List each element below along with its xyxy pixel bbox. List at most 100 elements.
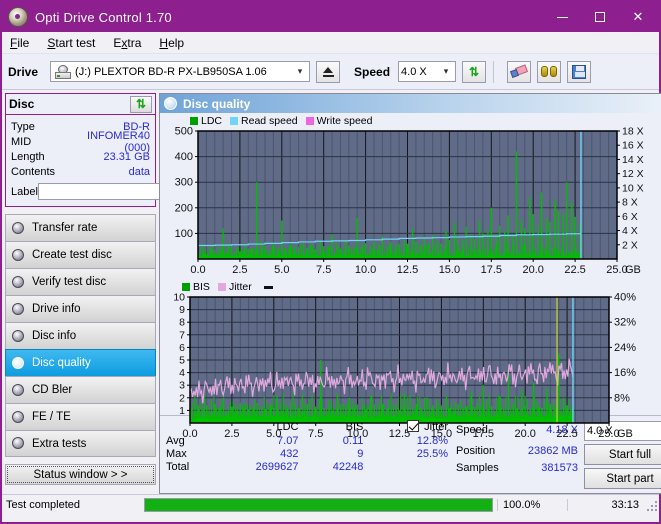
disc-fields: Type BD-R MID INFOMER40 (000) Length 23.… bbox=[6, 115, 239, 206]
menu-help[interactable]: Help bbox=[159, 36, 184, 50]
menu-start-rest: tart test bbox=[55, 35, 96, 50]
start-part-button[interactable]: Start part bbox=[584, 468, 661, 489]
svg-text:3: 3 bbox=[179, 380, 185, 392]
sidebar-item-fe-te[interactable]: FE / TE bbox=[5, 403, 156, 430]
minimize-icon bbox=[556, 16, 568, 18]
run-position-row: Position 23862 MB bbox=[456, 442, 584, 459]
legend-item-write-speed: Write speed bbox=[305, 115, 373, 127]
close-button[interactable]: ✕ bbox=[619, 2, 657, 32]
resize-grip[interactable] bbox=[645, 499, 657, 511]
disc-row-contents: Contents data bbox=[11, 164, 150, 179]
menu-help-accel: H bbox=[159, 35, 169, 50]
content-header: Disc quality bbox=[160, 94, 661, 113]
menu-start-test[interactable]: Start test bbox=[47, 36, 95, 50]
refresh-button[interactable]: ⇅ bbox=[462, 60, 487, 83]
charts-area: LDC Read speed Write speed 100 200 300 400 5… bbox=[160, 113, 661, 440]
legend-swatch bbox=[217, 283, 226, 291]
run-position-value: 23862 MB bbox=[527, 444, 578, 457]
svg-text:20.0: 20.0 bbox=[514, 428, 535, 440]
svg-text:20.0: 20.0 bbox=[522, 264, 543, 276]
menu-file[interactable]: File bbox=[10, 36, 29, 50]
maximize-icon bbox=[595, 12, 605, 22]
inspect-button[interactable] bbox=[537, 60, 562, 83]
legend-label: Jitter bbox=[228, 281, 252, 293]
svg-text:17.5: 17.5 bbox=[473, 428, 494, 440]
svg-text:18 X: 18 X bbox=[622, 127, 644, 138]
sidebar-item-disc-info[interactable]: Disc info bbox=[5, 322, 156, 349]
chevron-down-icon: ▾ bbox=[443, 66, 449, 76]
jitter-checkbox[interactable] bbox=[407, 420, 420, 432]
speed-select-value: 4.0 X bbox=[401, 65, 427, 78]
svg-text:8%: 8% bbox=[614, 392, 630, 404]
svg-text:17.5: 17.5 bbox=[481, 264, 502, 276]
svg-text:100: 100 bbox=[175, 228, 193, 240]
svg-text:5.0: 5.0 bbox=[274, 264, 289, 276]
legend-item-bis: BIS bbox=[182, 281, 210, 293]
sidebar-item-label: Disc info bbox=[32, 330, 77, 342]
sidebar-item-create-test-disc[interactable]: Create test disc bbox=[5, 241, 156, 268]
disc-icon bbox=[11, 410, 26, 424]
nav-list: Transfer rate Create test disc Verify te… bbox=[5, 214, 156, 457]
table-row: Total 2699627 42248 bbox=[166, 461, 456, 474]
body: Disc ⇅ Type BD-R MID INFOMER40 (000) Len… bbox=[2, 90, 661, 494]
disc-row-length: Length 23.31 GB bbox=[11, 149, 150, 164]
sidebar-item-label: FE / TE bbox=[32, 411, 71, 423]
close-icon: ✕ bbox=[632, 9, 644, 24]
sidebar-item-label: Disc quality bbox=[32, 357, 91, 369]
stats-row-label: Total bbox=[166, 461, 190, 473]
sidebar-item-disc-quality[interactable]: Disc quality bbox=[5, 349, 156, 376]
svg-text:14 X: 14 X bbox=[622, 154, 644, 166]
speed-select[interactable]: 4.0 X ▾ bbox=[398, 61, 457, 82]
stats-total-ldc: 2699627 bbox=[255, 461, 299, 473]
binoculars-icon bbox=[541, 65, 558, 78]
eject-icon bbox=[322, 66, 334, 77]
run-samples-label: Samples bbox=[456, 461, 499, 474]
svg-text:15.0: 15.0 bbox=[439, 264, 460, 276]
disc-refresh-button[interactable]: ⇅ bbox=[130, 95, 152, 113]
erase-button[interactable] bbox=[507, 60, 532, 83]
svg-text:200: 200 bbox=[175, 202, 193, 214]
menu-extra[interactable]: Extra bbox=[113, 36, 141, 50]
menu-file-rest: ile bbox=[17, 35, 30, 50]
disc-panel-title: Disc bbox=[9, 97, 35, 111]
menu-extra-rest: tra bbox=[127, 35, 142, 50]
svg-text:7: 7 bbox=[179, 329, 185, 341]
title-bar: Opti Drive Control 1.70 ✕ bbox=[2, 2, 659, 32]
maximize-button[interactable] bbox=[581, 2, 619, 32]
sidebar-item-drive-info[interactable]: Drive info bbox=[5, 295, 156, 322]
disc-panel-header: Disc ⇅ bbox=[6, 94, 155, 115]
sidebar-item-verify-test-disc[interactable]: Verify test disc bbox=[5, 268, 156, 295]
svg-text:10.0: 10.0 bbox=[347, 428, 368, 440]
status-window-button[interactable]: Status window > > bbox=[5, 464, 156, 485]
disc-icon bbox=[11, 302, 26, 316]
save-icon bbox=[572, 64, 587, 79]
stats-row-label: Max bbox=[166, 448, 187, 460]
svg-text:5.0: 5.0 bbox=[266, 428, 281, 440]
svg-text:1: 1 bbox=[179, 405, 185, 417]
eject-button[interactable] bbox=[316, 60, 341, 83]
legend-label: Write speed bbox=[316, 115, 373, 127]
legend-swatch bbox=[182, 283, 190, 291]
content-panel: Disc quality LDC Read speed Write speed … bbox=[159, 93, 661, 494]
svg-text:500: 500 bbox=[175, 127, 193, 138]
elapsed-time: 33:13 bbox=[567, 498, 645, 511]
drive-select[interactable]: (J:) PLEXTOR BD-R PX-LB950SA 1.06 ▾ bbox=[50, 61, 311, 82]
minimize-button[interactable] bbox=[543, 2, 581, 32]
start-full-button[interactable]: Start full bbox=[584, 444, 661, 465]
progress-percent: 100.0% bbox=[497, 498, 567, 511]
svg-text:400: 400 bbox=[175, 151, 193, 163]
svg-text:8 X: 8 X bbox=[622, 197, 638, 209]
disc-label-row: Label bbox=[11, 182, 239, 201]
sidebar-item-extra-tests[interactable]: Extra tests bbox=[5, 430, 156, 457]
svg-text:10 X: 10 X bbox=[622, 182, 644, 194]
ldc-read-speed-chart: 100 200 300 400 500 2 X 4 X 6 X 8 X 10 X 12 X 14 X 1… bbox=[175, 127, 644, 276]
sidebar-item-cd-bler[interactable]: CD Bler bbox=[5, 376, 156, 403]
svg-text:8: 8 bbox=[179, 317, 185, 329]
save-button[interactable] bbox=[567, 60, 592, 83]
svg-text:32%: 32% bbox=[614, 317, 636, 329]
svg-text:10.0: 10.0 bbox=[355, 264, 376, 276]
svg-text:7.5: 7.5 bbox=[316, 264, 331, 276]
sidebar-item-transfer-rate[interactable]: Transfer rate bbox=[5, 214, 156, 241]
svg-text:12.5: 12.5 bbox=[397, 264, 418, 276]
run-samples-row: Samples 381573 bbox=[456, 459, 584, 476]
